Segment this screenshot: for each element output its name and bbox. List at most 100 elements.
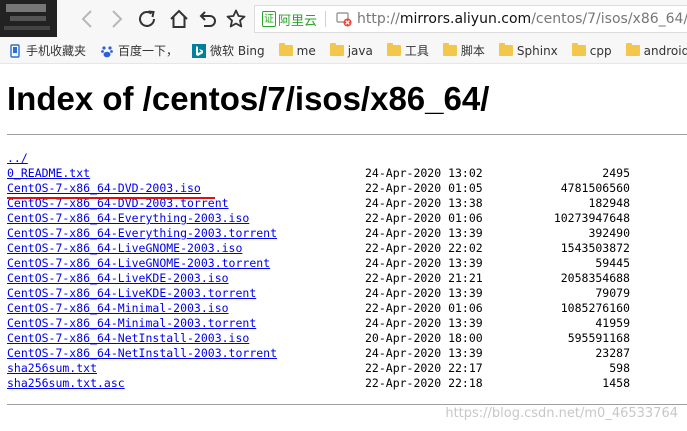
bookmark-label: me bbox=[296, 43, 316, 58]
bookmark-item[interactable]: android bbox=[625, 43, 687, 58]
folder-icon bbox=[571, 43, 586, 56]
bookmark-item[interactable]: 脚本 bbox=[442, 42, 485, 59]
reload-button[interactable] bbox=[135, 7, 159, 31]
undo-close-tab-button[interactable] bbox=[195, 7, 219, 31]
table-row: CentOS-7-x86_64-Minimal-2003.torrent 24-A… bbox=[7, 316, 687, 331]
url-scheme: http:// bbox=[357, 11, 400, 27]
file-size: 2495 bbox=[602, 166, 630, 180]
file-link[interactable]: CentOS-7-x86_64-Everything-2003.iso bbox=[7, 211, 249, 225]
folder-icon bbox=[498, 43, 513, 56]
file-date: 22-Apr-2020 01:05 bbox=[365, 181, 483, 195]
bookmark-label: java bbox=[347, 43, 373, 58]
file-size: 23287 bbox=[595, 346, 630, 360]
bookmark-label: 脚本 bbox=[460, 44, 485, 58]
file-date: 24-Apr-2020 13:39 bbox=[365, 286, 483, 300]
table-row: sha256sum.txt.asc 22-Apr-2020 22:18 1458 bbox=[7, 376, 687, 391]
file-date: 24-Apr-2020 13:39 bbox=[365, 256, 483, 270]
file-size: 10273947648 bbox=[553, 211, 630, 225]
file-date: 24-Apr-2020 13:02 bbox=[365, 166, 483, 180]
bookmark-item[interactable]: cpp bbox=[571, 43, 612, 58]
bookmark-label: Sphinx bbox=[516, 43, 558, 58]
file-size: 392490 bbox=[588, 226, 630, 240]
address-bar[interactable]: 证 阿里云 http://mirrors.aliyun.com/centos/7… bbox=[254, 5, 687, 33]
site-badge-label: 阿里云 bbox=[278, 13, 318, 29]
file-date: 22-Apr-2020 21:21 bbox=[365, 271, 483, 285]
file-date: 20-Apr-2020 18:00 bbox=[365, 331, 483, 345]
bookmark-label: cpp bbox=[589, 43, 612, 58]
file-size: 41959 bbox=[595, 316, 630, 330]
bookmark-label: 手机收藏夹 bbox=[26, 44, 87, 58]
bookmark-item[interactable]: 百度一下， bbox=[100, 42, 178, 59]
top-divider bbox=[7, 134, 687, 135]
file-link[interactable]: CentOS-7-x86_64-LiveKDE-2003.torrent bbox=[7, 286, 256, 300]
table-row: CentOS-7-x86_64-LiveGNOME-2003.torrent 24… bbox=[7, 256, 687, 271]
file-link[interactable]: CentOS-7-x86_64-DVD-2003.iso bbox=[7, 181, 201, 195]
file-link[interactable]: 0_README.txt bbox=[7, 166, 90, 180]
mobile-bookmarks-icon bbox=[8, 43, 22, 58]
url-text[interactable]: http://mirrors.aliyun.com/centos/7/isos/… bbox=[357, 11, 687, 27]
table-row: CentOS-7-x86_64-DVD-2003.iso 22-Apr-2020 … bbox=[7, 181, 687, 196]
reload-icon bbox=[139, 10, 155, 27]
bookmark-star-button[interactable] bbox=[224, 7, 248, 31]
star-icon bbox=[226, 9, 246, 28]
watermark: https://blog.csdn.net/m0_46533764 bbox=[445, 406, 678, 421]
file-date: 22-Apr-2020 01:06 bbox=[365, 301, 483, 315]
file-size: 4781506560 bbox=[560, 181, 630, 195]
table-row: ../ bbox=[7, 151, 687, 166]
file-size: 595591168 bbox=[567, 331, 630, 345]
file-size: 79079 bbox=[595, 286, 630, 300]
file-size: 598 bbox=[609, 361, 630, 375]
forward-button[interactable] bbox=[104, 7, 128, 31]
file-size: 182948 bbox=[588, 196, 630, 210]
file-size: 2058354688 bbox=[560, 271, 630, 285]
file-size: 1543503872 bbox=[560, 241, 630, 255]
insecure-connection-icon[interactable] bbox=[336, 11, 352, 27]
file-link[interactable]: CentOS-7-x86_64-Minimal-2003.torrent bbox=[7, 316, 256, 330]
bookmark-label: 微软 Bing bbox=[210, 44, 265, 58]
table-row: CentOS-7-x86_64-LiveKDE-2003.iso 22-Apr-2… bbox=[7, 271, 687, 286]
file-date: 22-Apr-2020 01:06 bbox=[365, 211, 483, 225]
file-link[interactable]: CentOS-7-x86_64-NetInstall-2003.torrent bbox=[7, 346, 277, 360]
file-date: 24-Apr-2020 13:38 bbox=[365, 196, 483, 210]
bookmark-item[interactable]: me bbox=[278, 43, 316, 58]
file-size: 59445 bbox=[595, 256, 630, 270]
tab-thumbnail[interactable] bbox=[0, 0, 57, 37]
bottom-divider bbox=[7, 404, 687, 405]
folder-icon bbox=[442, 43, 457, 56]
site-verification-badge[interactable]: 证 阿里云 bbox=[260, 10, 329, 29]
chevron-right-icon bbox=[112, 10, 123, 28]
url-path: /centos/7/isos/x86_64/ bbox=[531, 11, 687, 27]
file-link[interactable]: CentOS-7-x86_64-NetInstall-2003.iso bbox=[7, 331, 249, 345]
url-host: mirrors.aliyun.com bbox=[399, 11, 532, 27]
file-link[interactable]: sha256sum.txt.asc bbox=[7, 376, 125, 390]
bookmark-label: 百度一下， bbox=[118, 44, 179, 58]
bing-icon bbox=[192, 43, 207, 58]
table-row: CentOS-7-x86_64-Everything-2003.iso 22-Ap… bbox=[7, 211, 687, 226]
file-link[interactable]: CentOS-7-x86_64-LiveGNOME-2003.torrent bbox=[7, 256, 270, 270]
folder-icon bbox=[278, 43, 293, 56]
file-link[interactable]: CentOS-7-x86_64-LiveGNOME-2003.iso bbox=[7, 241, 242, 255]
table-row: CentOS-7-x86_64-LiveGNOME-2003.iso 22-Apr… bbox=[7, 241, 687, 256]
baidu-icon bbox=[100, 44, 114, 58]
file-link[interactable]: ../ bbox=[7, 151, 28, 165]
table-row: CentOS-7-x86_64-Minimal-2003.iso 22-Apr-2… bbox=[7, 301, 687, 316]
bookmark-item[interactable]: java bbox=[329, 43, 373, 58]
bookmark-item[interactable]: Sphinx bbox=[498, 43, 558, 58]
page-title: Index of /centos/7/isos/x86_64/ bbox=[7, 80, 490, 117]
file-size: 1458 bbox=[602, 376, 630, 390]
red-underline-annotation bbox=[7, 197, 215, 199]
bookmark-item[interactable]: 手机收藏夹 bbox=[8, 42, 86, 59]
folder-icon bbox=[625, 43, 640, 56]
bookmark-item[interactable]: 工具 bbox=[386, 42, 429, 59]
bookmark-item[interactable]: 微软 Bing bbox=[192, 42, 265, 59]
bookmark-label: android bbox=[643, 43, 687, 58]
back-button[interactable] bbox=[76, 7, 100, 31]
file-link[interactable]: sha256sum.txt bbox=[7, 361, 97, 375]
table-row: sha256sum.txt 22-Apr-2020 22:17 598 bbox=[7, 361, 687, 376]
file-link[interactable]: CentOS-7-x86_64-Everything-2003.torrent bbox=[7, 226, 277, 240]
file-link[interactable]: CentOS-7-x86_64-Minimal-2003.iso bbox=[7, 301, 229, 315]
home-button[interactable] bbox=[167, 7, 191, 31]
file-link[interactable]: CentOS-7-x86_64-LiveKDE-2003.iso bbox=[7, 271, 229, 285]
file-date: 24-Apr-2020 13:39 bbox=[365, 346, 483, 360]
folder-icon bbox=[329, 43, 344, 56]
